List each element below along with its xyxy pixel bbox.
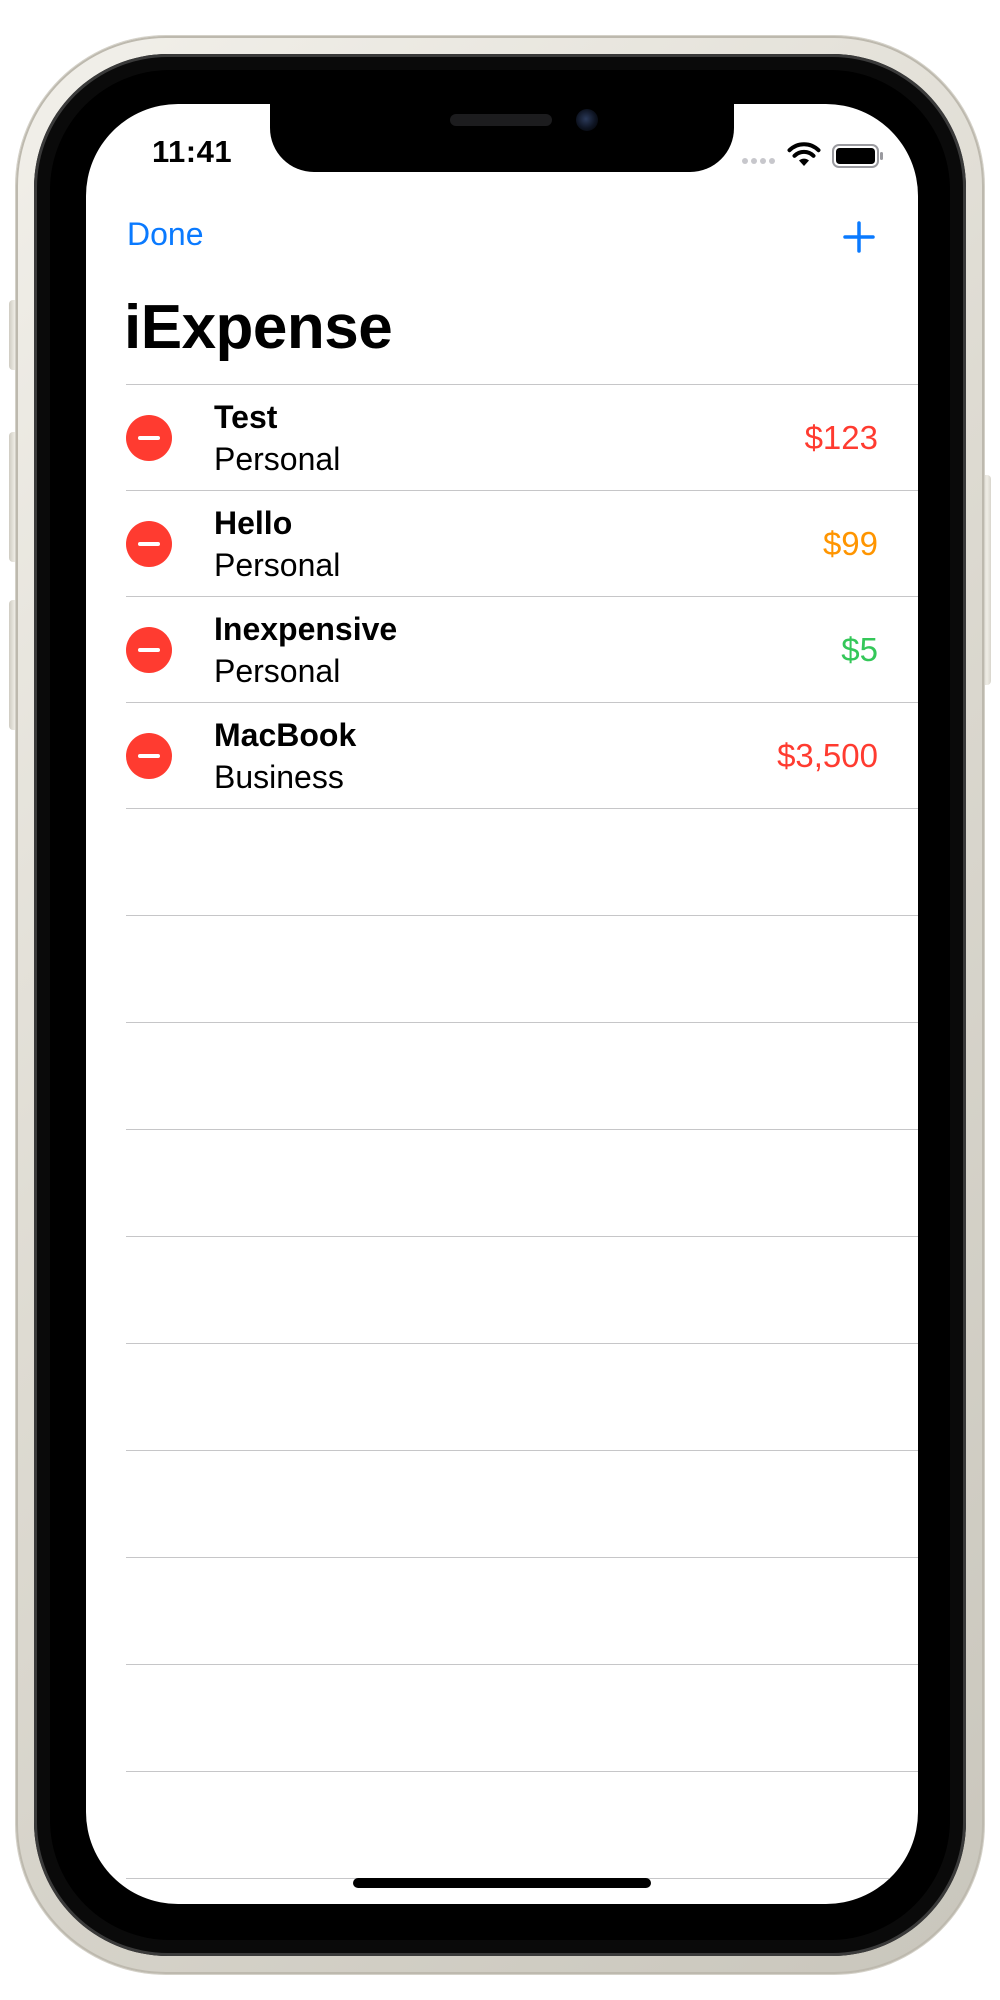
notch (270, 104, 734, 172)
screen: 11:41 Done iExpense Test Personal $123 H… (86, 104, 918, 1904)
expense-amount: $123 (804, 419, 878, 456)
empty-row (126, 1772, 918, 1879)
expense-row[interactable]: Test Personal $123 (126, 385, 918, 491)
battery-icon (832, 144, 883, 168)
delete-icon[interactable] (126, 733, 172, 779)
status-time: 11:41 (152, 134, 233, 169)
home-indicator[interactable] (353, 1878, 651, 1888)
plus-icon (843, 221, 875, 253)
expense-type: Personal (214, 547, 341, 583)
expense-name: MacBook (214, 717, 357, 753)
empty-row (126, 1665, 918, 1772)
expense-amount: $5 (841, 631, 878, 668)
empty-row (126, 1237, 918, 1344)
expense-type: Personal (214, 441, 341, 477)
expense-name: Inexpensive (214, 611, 398, 647)
delete-icon[interactable] (126, 627, 172, 673)
expense-amount: $3,500 (777, 737, 878, 774)
expense-row[interactable]: Inexpensive Personal $5 (126, 597, 918, 703)
expense-name: Test (214, 399, 278, 435)
empty-row (126, 1451, 918, 1558)
empty-row (126, 1023, 918, 1130)
expense-type: Business (214, 759, 344, 795)
add-expense-button[interactable] (836, 214, 882, 260)
page-title: iExpense (124, 293, 393, 362)
expense-list: Test Personal $123 Hello Personal $99 In… (126, 384, 918, 1879)
expense-amount: $99 (822, 525, 878, 562)
empty-row (126, 916, 918, 1023)
front-camera (576, 109, 598, 131)
delete-icon[interactable] (126, 415, 172, 461)
expense-name: Hello (214, 505, 293, 541)
device-stage: 11:41 Done iExpense Test Personal $123 H… (0, 0, 1000, 2000)
wifi-icon (787, 142, 821, 166)
expense-type: Personal (214, 653, 341, 689)
expense-row[interactable]: MacBook Business $3,500 (126, 703, 918, 809)
empty-row (126, 1344, 918, 1451)
signal-icon (742, 158, 775, 164)
delete-icon[interactable] (126, 521, 172, 567)
speaker-grille (450, 114, 552, 126)
done-button[interactable]: Done (127, 216, 204, 253)
empty-row (126, 809, 918, 916)
empty-row (126, 1558, 918, 1665)
expense-row[interactable]: Hello Personal $99 (126, 491, 918, 597)
empty-row (126, 1130, 918, 1237)
